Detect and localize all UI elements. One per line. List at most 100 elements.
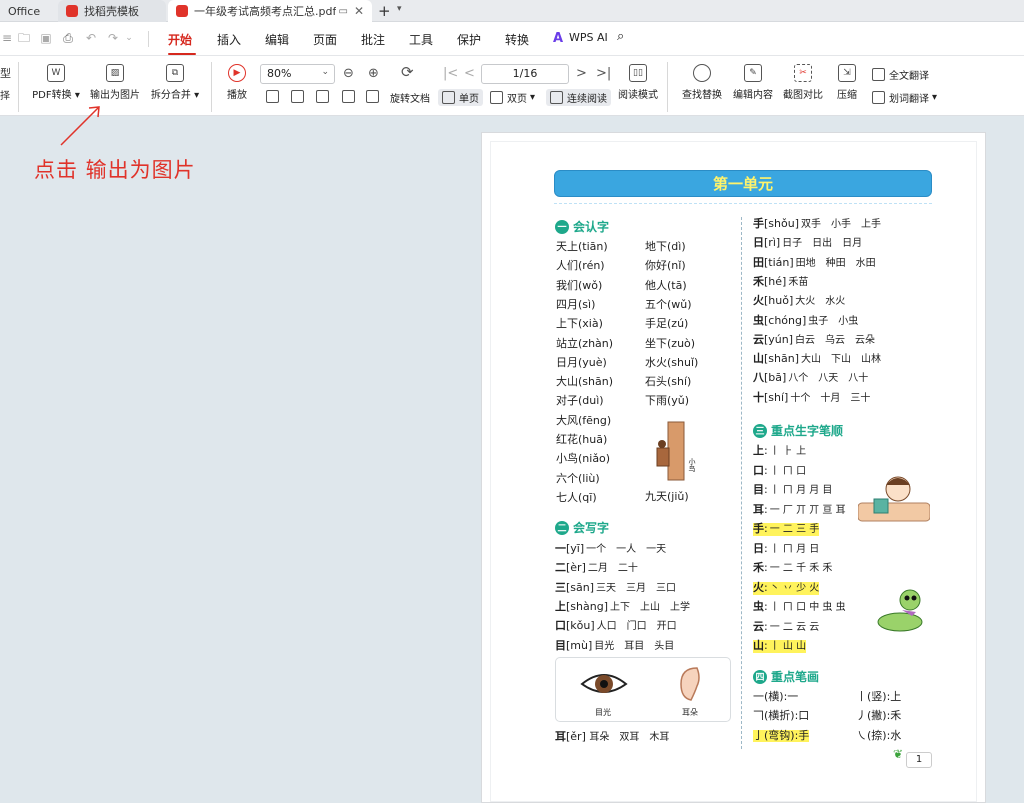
key-stroke-left: 一(横):一 <box>753 690 799 703</box>
recognize-word: 你好(nǐ) <box>645 259 686 273</box>
last-page-icon[interactable]: >| <box>596 67 611 80</box>
stroke-row: 日: 丨 ㄇ 月 日 <box>753 541 820 555</box>
active-tab-indicator <box>168 53 196 55</box>
continuous-read-button[interactable]: 连续阅读 <box>546 89 611 106</box>
read-mode-button[interactable]: ▯▯ 阅读模式 <box>616 64 660 101</box>
redo-icon[interactable]: ↷ <box>106 32 120 44</box>
zoom-out-icon[interactable]: ⊖ <box>343 67 354 80</box>
key-stroke-right: 丿(撇):禾 <box>856 709 902 723</box>
next-page-icon[interactable]: > <box>576 67 587 80</box>
menu-home[interactable]: 开始 <box>168 31 192 48</box>
double-page-button[interactable]: 双页 ▾ <box>490 90 535 105</box>
recognize-word: 手足(zú) <box>645 317 689 331</box>
recognize-word: 七人(qī) <box>556 490 597 504</box>
divider <box>148 31 149 47</box>
rotate-icon[interactable]: ⟳ <box>401 65 414 80</box>
save-icon[interactable]: ▣ <box>39 32 53 44</box>
page-number: 1 <box>906 752 932 768</box>
annotation-text: 点击 输出为图片 <box>34 158 196 182</box>
recognize-word: 红花(huā) <box>556 433 608 446</box>
recognize-word: 下雨(yǔ) <box>645 394 690 408</box>
tree-bird-icon <box>656 421 685 481</box>
pdf-convert-button[interactable]: W PDF转换 ▾ <box>32 64 80 101</box>
play-button[interactable]: ▶ 播放 <box>224 64 250 101</box>
menu-left-cut-icon[interactable]: ≡ <box>0 32 14 44</box>
recognize-word: 地下(dì) <box>645 240 686 253</box>
export-image-button[interactable]: ▨ 输出为图片 <box>88 64 142 101</box>
window-icon[interactable]: ▭ <box>338 6 347 17</box>
new-tab-icon[interactable]: + <box>378 2 391 20</box>
stroke-row: 手: 一 二 三 手 <box>753 522 820 536</box>
edit-content-button[interactable]: ✎ 编辑内容 <box>731 64 775 101</box>
more-icon[interactable]: ⌄ <box>122 32 136 44</box>
word-row: 火[huǒ] 大火 水火 <box>753 294 846 308</box>
open-folder-icon[interactable]: 🗀 <box>17 32 31 44</box>
export-image-icon: ▨ <box>106 64 124 82</box>
stroke-row: 虫: 丨 ㄇ 口 中 虫 虫 <box>753 600 846 614</box>
write-row: 目[mù] 目光 耳目 头目 <box>555 638 675 652</box>
single-page-icon <box>442 91 455 104</box>
double-page-icon <box>490 91 503 104</box>
tab-template[interactable]: 找稻壳模板 <box>58 0 166 22</box>
rotate-right-button[interactable] <box>366 90 383 103</box>
eye-icon <box>580 674 628 693</box>
tab-office[interactable]: Office <box>0 0 54 22</box>
rotate-left-button[interactable] <box>342 90 359 103</box>
annotation-arrow-icon <box>60 106 100 146</box>
search-icon[interactable]: ⌕ <box>617 29 624 44</box>
rotate-doc-button[interactable]: 旋转文档 <box>390 90 430 105</box>
boy-reading-icon <box>858 476 930 522</box>
menu-page[interactable]: 页面 <box>313 31 337 48</box>
prev-page-icon[interactable]: < <box>464 67 475 80</box>
split-merge-button[interactable]: ⧉ 拆分合并 ▾ <box>150 64 200 101</box>
book-icon: ▯▯ <box>629 64 647 82</box>
menu-tools[interactable]: 工具 <box>409 31 433 48</box>
menu-insert[interactable]: 插入 <box>217 31 241 48</box>
tree-label: 小鸟 <box>688 458 696 472</box>
page-indicator-input[interactable]: 1/16 <box>481 64 569 84</box>
recognize-word: 五个(wǔ) <box>645 297 692 311</box>
fit-width-button[interactable] <box>316 90 333 103</box>
menu-edit[interactable]: 编辑 <box>265 31 289 48</box>
find-replace-button[interactable]: 查找替换 <box>680 64 724 101</box>
screenshot-compare-button[interactable]: ✂ 截图对比 <box>781 64 825 101</box>
continuous-icon <box>550 91 563 104</box>
fit-page-button[interactable] <box>291 90 308 103</box>
actual-size-button[interactable] <box>266 90 283 103</box>
stroke-row: 禾: 一 二 千 禾 禾 <box>753 561 833 575</box>
leaf-icon: ❦ <box>893 747 904 761</box>
close-tab-icon[interactable]: ✕ <box>354 4 364 18</box>
tab-pdf-document[interactable]: 一年级考试高频考点汇总.pdf ▭ ✕ <box>168 0 372 22</box>
word-row: 日[rì] 日子 日出 日月 <box>753 236 863 250</box>
full-translate-button[interactable]: 全文翻译 <box>872 67 929 82</box>
docer-icon <box>66 5 78 17</box>
menu-annotate[interactable]: 批注 <box>361 31 385 48</box>
single-page-button[interactable]: 单页 <box>438 89 483 106</box>
print-icon[interactable]: ⎙ <box>61 32 75 44</box>
ear-label: 耳朵 <box>682 708 698 717</box>
menu-wps-ai[interactable]: WPS AI <box>569 31 608 44</box>
edit-content-icon: ✎ <box>744 64 762 82</box>
compress-button[interactable]: ⇲ 压缩 <box>834 64 860 101</box>
undo-icon[interactable]: ↶ <box>84 32 98 44</box>
word-row: 云[yún] 白云 乌云 云朵 <box>753 332 876 346</box>
word-row: 八[bā] 八个 八天 八十 <box>753 371 869 385</box>
recognize-word: 日月(yuè) <box>556 355 607 369</box>
zoom-select[interactable]: 80% ⌄ <box>260 64 335 84</box>
menu-convert[interactable]: 转换 <box>505 31 529 48</box>
word-translate-button[interactable]: 划词翻译 ▾ <box>872 90 937 105</box>
menu-protect[interactable]: 保护 <box>457 31 481 48</box>
unit-banner: 第一单元 <box>554 170 932 197</box>
recognize-word: 站立(zhàn) <box>556 336 614 350</box>
recognize-word: 大山(shān) <box>556 375 613 389</box>
first-page-icon[interactable]: |< <box>443 67 458 80</box>
zoom-in-icon[interactable]: ⊕ <box>368 67 379 80</box>
chevron-down-icon[interactable]: ▾ <box>397 4 402 14</box>
stroke-row: 口: 丨 ㄇ 口 <box>753 463 807 477</box>
recognize-word: 大风(fēng) <box>556 413 612 427</box>
write-row: 二[èr] 二月 二十 <box>555 561 638 575</box>
recognize-word: 石头(shí) <box>645 375 692 389</box>
word-row: 山[shān] 大山 下山 山林 <box>753 352 881 366</box>
translate-icon <box>872 68 885 81</box>
eye-label: 目光 <box>595 708 611 717</box>
